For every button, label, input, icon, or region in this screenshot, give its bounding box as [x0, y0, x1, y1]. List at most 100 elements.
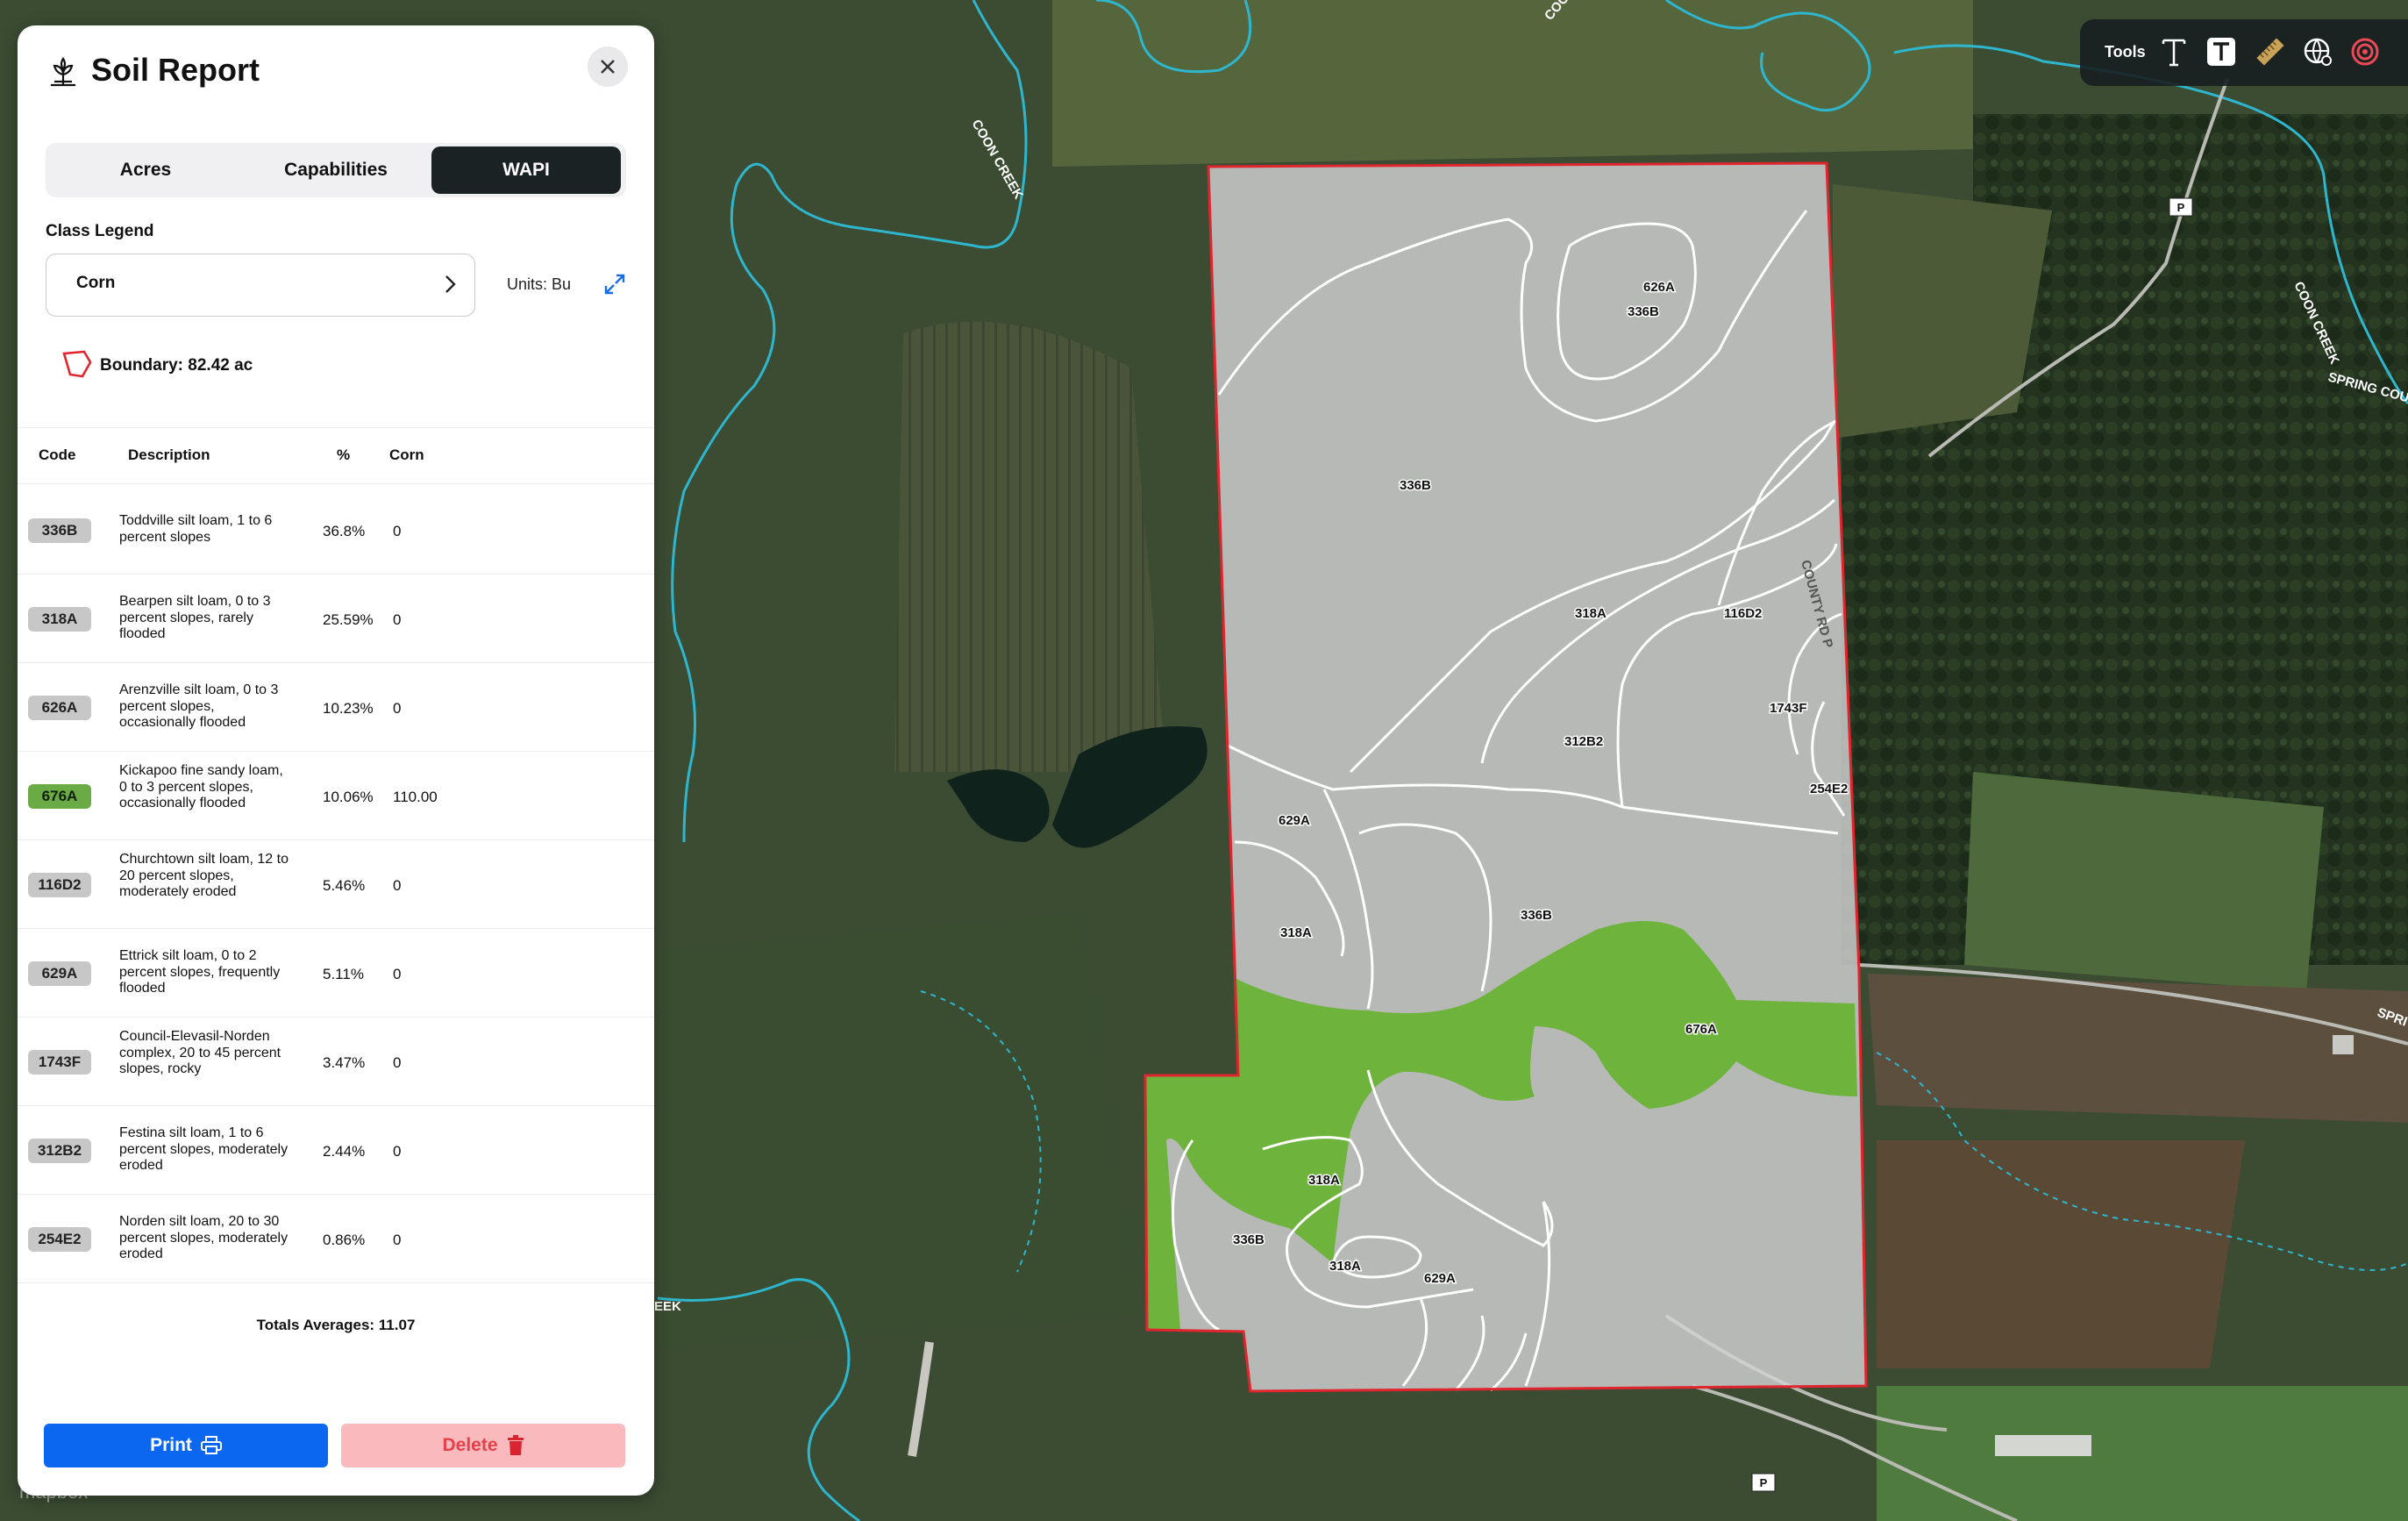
map-tools-bar: Tools — [2080, 19, 2408, 86]
field-right-mid — [1964, 772, 2324, 991]
soil-code-badge: 312B2 — [28, 1139, 91, 1163]
print-button[interactable]: Print — [44, 1424, 328, 1467]
tab-capabilities[interactable]: Capabilities — [241, 146, 431, 194]
field-dark — [894, 321, 1166, 773]
soil-label-318A-c: 318A — [1308, 1173, 1340, 1188]
soil-code-badge: 1743F — [28, 1050, 91, 1075]
soil-yield: 0 — [393, 1143, 402, 1160]
field-bottom-right — [1877, 1140, 2245, 1368]
soil-description: Arenzville silt loam, 0 to 3 percent slo… — [119, 682, 279, 730]
soil-label-626A: 626A — [1643, 280, 1675, 295]
soil-label-336B-d: 336B — [1233, 1232, 1265, 1247]
soil-yield: 0 — [393, 877, 402, 894]
ruler-tool-icon[interactable] — [2252, 33, 2289, 70]
plant-logo-icon — [51, 57, 75, 87]
soil-label-318A-d: 318A — [1329, 1259, 1361, 1274]
soil-label-629A-b: 629A — [1424, 1271, 1456, 1286]
soil-percent: 36.8% — [323, 523, 366, 539]
soil-percent: 3.47% — [323, 1054, 366, 1071]
soil-percent: 5.46% — [323, 877, 366, 894]
target-tool-icon[interactable] — [2347, 33, 2383, 70]
barn-building — [1995, 1435, 2091, 1456]
table-row[interactable]: 1743F Council-Elevasil-Norden complex, 2… — [18, 1017, 654, 1106]
column-header-percent: % — [337, 446, 351, 463]
svg-text:P: P — [1760, 1476, 1768, 1489]
column-header-code: Code — [39, 446, 76, 463]
globe-tool-icon[interactable] — [2299, 33, 2336, 70]
table-row[interactable]: 116D2 Churchtown silt loam, 12 to 20 per… — [18, 839, 654, 929]
text-box-tool-icon[interactable] — [2203, 33, 2240, 70]
soil-label-336B-c: 336B — [1521, 908, 1552, 923]
soil-yield: 0 — [393, 523, 402, 539]
column-header-description: Description — [128, 446, 210, 463]
field-left-bottom — [666, 912, 1140, 1351]
text-tool-icon[interactable] — [2155, 33, 2192, 70]
print-label: Print — [150, 1435, 192, 1455]
delete-label: Delete — [442, 1435, 498, 1455]
soil-code-badge: 318A — [28, 607, 91, 632]
soil-label-254E2: 254E2 — [1810, 782, 1848, 796]
soil-code-badge: 336B — [28, 518, 91, 543]
tab-acres[interactable]: Acres — [51, 146, 240, 194]
table-row[interactable]: 254E2 Norden silt loam, 20 to 30 percent… — [18, 1194, 654, 1283]
class-legend-label: Class Legend — [46, 222, 154, 240]
table-row[interactable]: 318A Bearpen silt loam, 0 to 3 percent s… — [18, 574, 654, 663]
soil-label-629A-a: 629A — [1279, 813, 1310, 828]
panel-title: Soil Report — [91, 52, 260, 88]
soil-description: Toddville silt loam, 1 to 6 percent slop… — [119, 513, 273, 545]
divider — [18, 483, 654, 484]
soil-label-116D2: 116D2 — [1724, 606, 1762, 621]
soil-yield: 0 — [393, 700, 402, 717]
soil-description: Kickapoo fine sandy loam, 0 to 3 percent… — [119, 763, 283, 810]
soil-code-badge: 116D2 — [28, 873, 91, 897]
soil-label-336B-b: 336B — [1400, 478, 1431, 493]
soil-label-1743F: 1743F — [1770, 701, 1807, 716]
soil-report-panel: Soil Report Acres Capabilities WAPI Clas… — [18, 25, 654, 1496]
close-button[interactable] — [588, 46, 628, 87]
field-right-brown — [1868, 974, 2408, 1123]
soil-code-badge: 676A — [28, 784, 91, 809]
divider — [18, 427, 654, 428]
units-label: Units: Bu — [507, 275, 572, 293]
soil-description: Norden silt loam, 20 to 30 percent slope… — [119, 1214, 289, 1261]
soil-description: Festina silt loam, 1 to 6 percent slopes… — [119, 1125, 289, 1173]
trash-icon — [507, 1435, 524, 1455]
soil-yield: 110.00 — [393, 789, 438, 805]
soil-label-336B-a: 336B — [1628, 304, 1659, 319]
table-row[interactable]: 336B Toddville silt loam, 1 to 6 percent… — [18, 485, 654, 575]
soil-overlay[interactable]: COUNTY RD P 626A 336B 336B 318A 116D2 17… — [1143, 161, 1868, 1393]
soil-percent: 2.44% — [323, 1143, 366, 1160]
soil-label-318A-a: 318A — [1575, 606, 1607, 621]
crop-select[interactable]: Corn — [46, 254, 475, 317]
soil-yield: 0 — [393, 1232, 402, 1248]
soil-percent: 10.06% — [323, 789, 374, 805]
soil-description: Council-Elevasil-Norden complex, 20 to 4… — [119, 1029, 281, 1076]
panel-header: Soil Report — [18, 25, 654, 122]
soil-label-312B2: 312B2 — [1564, 734, 1603, 749]
soil-percent: 5.11% — [323, 966, 364, 982]
expand-icon[interactable] — [603, 273, 626, 296]
soil-code-badge: 626A — [28, 696, 91, 720]
column-header-crop: Corn — [389, 446, 424, 463]
soil-description: Bearpen silt loam, 0 to 3 percent slopes… — [119, 594, 271, 641]
soil-percent: 10.23% — [323, 700, 374, 717]
soil-percent: 0.86% — [323, 1232, 366, 1248]
soil-percent: 25.59% — [323, 611, 374, 628]
table-row[interactable]: 676A Kickapoo fine sandy loam, 0 to 3 pe… — [18, 751, 654, 840]
table-row[interactable]: 626A Arenzville silt loam, 0 to 3 percen… — [18, 662, 654, 752]
table-row[interactable]: 629A Ettrick silt loam, 0 to 2 percent s… — [18, 928, 654, 1018]
report-type-tabs: Acres Capabilities WAPI — [46, 143, 626, 197]
soil-yield: 0 — [393, 1054, 402, 1071]
field-bottom — [1877, 1386, 2408, 1521]
field-top — [1052, 0, 1973, 167]
tab-wapi[interactable]: WAPI — [431, 146, 621, 194]
route-marker-2: P — [1751, 1473, 1776, 1492]
tools-label: Tools — [2105, 43, 2146, 61]
soil-description: Churchtown silt loam, 12 to 20 percent s… — [119, 852, 289, 899]
table-row[interactable]: 312B2 Festina silt loam, 1 to 6 percent … — [18, 1105, 654, 1195]
printer-icon — [200, 1436, 222, 1454]
route-marker-1: P — [2169, 197, 2193, 217]
delete-button[interactable]: Delete — [341, 1424, 625, 1467]
chevron-right-icon — [445, 275, 456, 293]
soil-description: Ettrick silt loam, 0 to 2 percent slopes… — [119, 948, 281, 996]
